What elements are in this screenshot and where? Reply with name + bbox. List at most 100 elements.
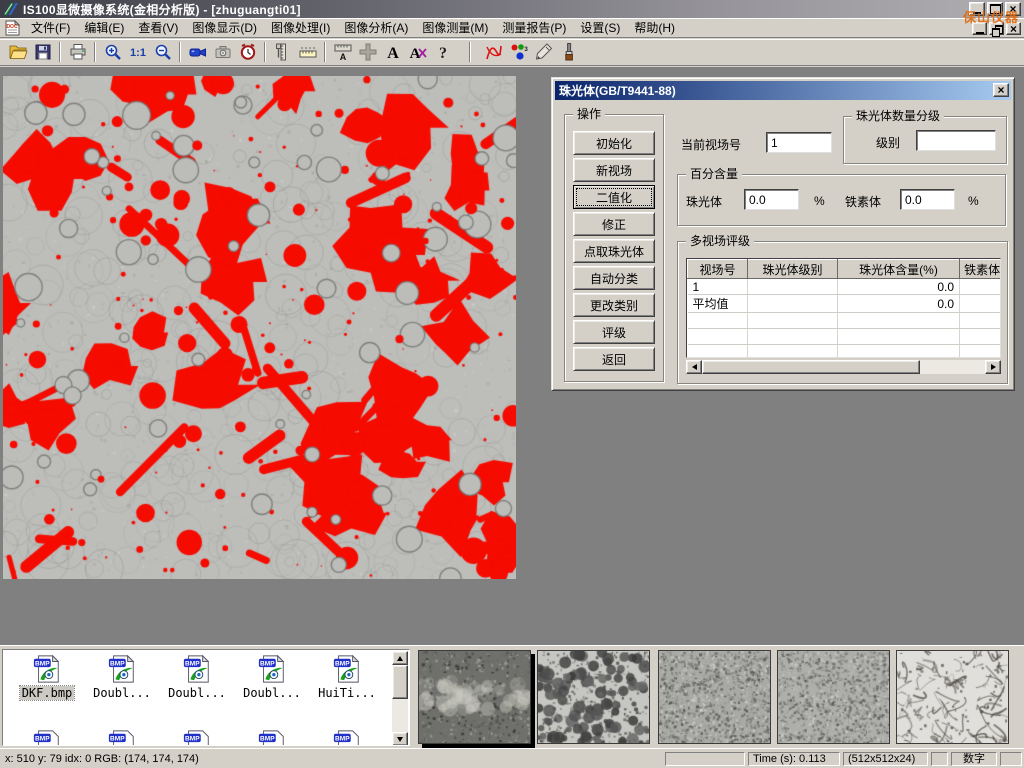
svg-text:DOC: DOC bbox=[6, 24, 18, 30]
file-name: Doubl... bbox=[91, 686, 153, 700]
metallograph-image[interactable] bbox=[3, 76, 516, 579]
help-button[interactable]: ? bbox=[430, 40, 455, 64]
close-button[interactable] bbox=[1005, 2, 1021, 16]
maximize-button[interactable] bbox=[987, 2, 1003, 16]
table-row[interactable]: 平均值 0.0 bbox=[688, 295, 1002, 313]
minimize-button[interactable] bbox=[969, 2, 985, 16]
timer-button[interactable] bbox=[235, 40, 260, 64]
file-item-2[interactable]: BMP Doubl... bbox=[86, 654, 158, 702]
pick-tool-button[interactable] bbox=[531, 40, 556, 64]
curve-tool-button[interactable] bbox=[481, 40, 506, 64]
delete-text-button[interactable]: A bbox=[405, 40, 430, 64]
new-field-button[interactable]: 新视场 bbox=[573, 158, 655, 182]
initialize-button[interactable]: 初始化 bbox=[573, 131, 655, 155]
menu-item-image-measure[interactable]: 图像测量(M) bbox=[415, 17, 495, 38]
status-cursor-info: x: 510 y: 79 idx: 0 RGB: (174, 174, 174) bbox=[5, 753, 199, 765]
mdi-minimize-button[interactable] bbox=[972, 22, 987, 35]
thumbnail-4[interactable] bbox=[777, 650, 890, 744]
svg-text:BMP: BMP bbox=[335, 660, 350, 667]
h-scrollbar[interactable] bbox=[686, 360, 1001, 374]
phase-count-button[interactable]: 3 bbox=[506, 40, 531, 64]
menu-item-image-processing[interactable]: 图像处理(I) bbox=[264, 17, 337, 38]
ferrite-percent-input[interactable] bbox=[900, 189, 955, 210]
toolbar-separator bbox=[469, 42, 471, 62]
open-file-button[interactable] bbox=[5, 40, 30, 64]
file-item-row2[interactable]: BMP bbox=[311, 729, 383, 746]
actual-size-button[interactable]: 1:1 bbox=[125, 40, 150, 64]
file-item-4[interactable]: BMP Doubl... bbox=[236, 654, 308, 702]
bmp-file-icon: BMP bbox=[182, 654, 212, 684]
dialog-title-bar[interactable]: 珠光体(GB/T9441-88) bbox=[555, 81, 1011, 100]
scroll-down-button[interactable] bbox=[392, 732, 408, 746]
file-item-row2[interactable]: BMP bbox=[11, 729, 83, 746]
application-window: IS100显微摄像系统(金相分析版) - [zhuguangti01] 保山仪器… bbox=[0, 0, 1024, 768]
header-pearlite-content: 珠光体含量(%) bbox=[838, 260, 960, 279]
add-text-icon: A bbox=[383, 42, 403, 62]
svg-text:?: ? bbox=[439, 45, 447, 62]
dialog-title: 珠光体(GB/T9441-88) bbox=[559, 82, 676, 99]
zoom-in-button[interactable] bbox=[100, 40, 125, 64]
mdi-close-button[interactable] bbox=[1006, 22, 1021, 35]
brush-tool-button[interactable] bbox=[556, 40, 581, 64]
thumbnail-5[interactable] bbox=[896, 650, 1009, 744]
scroll-right-button[interactable] bbox=[985, 360, 1001, 374]
current-field-input[interactable] bbox=[766, 132, 832, 153]
svg-text:BMP: BMP bbox=[35, 735, 50, 742]
menu-item-edit[interactable]: 编辑(E) bbox=[77, 17, 131, 38]
scroll-up-button[interactable] bbox=[392, 651, 408, 665]
change-class-button[interactable]: 更改类别 bbox=[573, 293, 655, 317]
bmp-file-icon: BMP bbox=[107, 729, 137, 746]
file-item-row2[interactable]: BMP bbox=[236, 729, 308, 746]
pick-pearlite-button[interactable]: 点取珠光体 bbox=[573, 239, 655, 263]
scroll-left-button[interactable] bbox=[686, 360, 702, 374]
table-row[interactable]: 1 0.0 bbox=[688, 279, 1002, 295]
file-item-3[interactable]: BMP Doubl... bbox=[161, 654, 233, 702]
dialog-close-button[interactable] bbox=[993, 83, 1009, 97]
file-item-row2[interactable]: BMP bbox=[86, 729, 158, 746]
move-cross-button[interactable] bbox=[355, 40, 380, 64]
zoom-out-button[interactable] bbox=[150, 40, 175, 64]
auto-classify-button[interactable]: 自动分类 bbox=[573, 266, 655, 290]
bmp-file-icon: BMP bbox=[257, 729, 287, 746]
menu-item-help[interactable]: 帮助(H) bbox=[627, 17, 682, 38]
print-button[interactable] bbox=[65, 40, 90, 64]
thumbnail-2[interactable] bbox=[537, 650, 650, 744]
add-text-button[interactable]: A bbox=[380, 40, 405, 64]
scroll-thumb[interactable] bbox=[702, 360, 920, 374]
menu-item-view[interactable]: 查看(V) bbox=[131, 17, 185, 38]
pick-tool-icon bbox=[534, 42, 554, 62]
video-camera-icon bbox=[188, 42, 208, 62]
pearlite-percent-input[interactable] bbox=[744, 189, 799, 210]
correct-button[interactable]: 修正 bbox=[573, 212, 655, 236]
video-camera-button[interactable] bbox=[185, 40, 210, 64]
menu-bar: DOC 文件(F) 编辑(E) 查看(V) 图像显示(D) 图像处理(I) 图像… bbox=[0, 18, 1024, 38]
save-button[interactable] bbox=[30, 40, 55, 64]
mdi-restore-button[interactable] bbox=[989, 22, 1004, 35]
menu-item-image-analysis[interactable]: 图像分析(A) bbox=[337, 17, 415, 38]
v-scrollbar[interactable] bbox=[392, 651, 408, 746]
status-bar: x: 510 y: 79 idx: 0 RGB: (174, 174, 174)… bbox=[0, 748, 1024, 768]
caliper-button[interactable] bbox=[270, 40, 295, 64]
file-item-1[interactable]: BMP DKF.bmp bbox=[11, 654, 83, 702]
svg-text:A: A bbox=[387, 45, 399, 62]
menu-item-image-display[interactable]: 图像显示(D) bbox=[185, 17, 264, 38]
capture-camera-button[interactable] bbox=[210, 40, 235, 64]
file-item-5[interactable]: BMP HuiTi... bbox=[311, 654, 383, 702]
measure-label-button[interactable]: A bbox=[330, 40, 355, 64]
bmp-file-icon: BMP bbox=[332, 654, 362, 684]
ferrite-label: 铁素体 bbox=[845, 193, 881, 210]
thumbnail-3[interactable] bbox=[658, 650, 771, 744]
thumbnail-1[interactable] bbox=[418, 650, 531, 744]
file-name: DKF.bmp bbox=[20, 686, 75, 700]
file-item-row2[interactable]: BMP bbox=[161, 729, 233, 746]
binarize-button[interactable]: 二值化 bbox=[573, 185, 655, 209]
actual-size-icon: 1:1 bbox=[127, 42, 149, 62]
menu-item-measure-report[interactable]: 测量报告(P) bbox=[495, 17, 573, 38]
scroll-thumb[interactable] bbox=[392, 665, 408, 699]
level-input[interactable] bbox=[916, 130, 996, 151]
menu-item-file[interactable]: 文件(F) bbox=[24, 17, 77, 38]
menu-item-settings[interactable]: 设置(S) bbox=[573, 17, 627, 38]
return-button[interactable]: 返回 bbox=[573, 347, 655, 371]
ruler-button[interactable] bbox=[295, 40, 320, 64]
grade-button[interactable]: 评级 bbox=[573, 320, 655, 344]
